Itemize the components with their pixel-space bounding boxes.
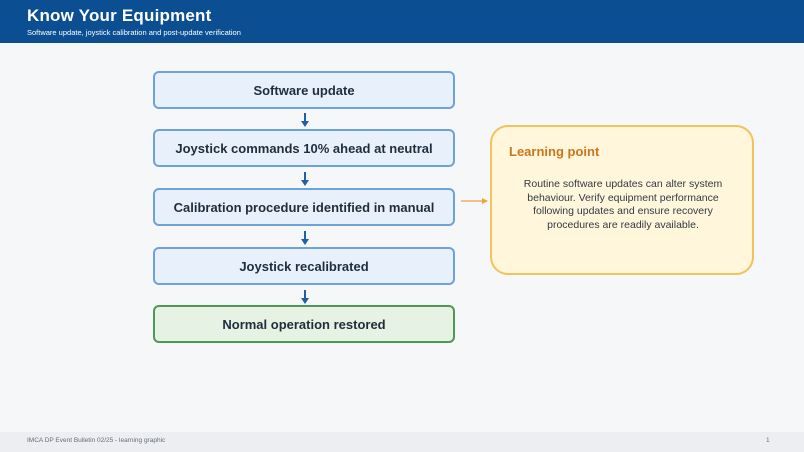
footer-source: IMCA DP Event Bulletin 02/25 - learning … [27,437,166,444]
slide-title: Know Your Equipment [27,6,212,25]
learning-point-title: Learning point [509,144,600,159]
learning-point-box: Learning point Routine software updates … [490,125,754,275]
page-number: 1 [766,437,770,444]
connector-arrow-icon [461,198,488,204]
down-arrow-icon [301,290,309,304]
down-arrow-icon [301,172,309,186]
step-joystick-commands: Joystick commands 10% ahead at neutral [153,129,455,167]
step-normal-operation: Normal operation restored [153,305,455,343]
slide-header: Know Your Equipment Software update, joy… [0,0,804,43]
step-software-update: Software update [153,71,455,109]
learning-point-text: Routine software updates can alter syste… [523,178,723,231]
step-joystick-recalibrated: Joystick recalibrated [153,247,455,285]
step-calibration-procedure: Calibration procedure identified in manu… [153,188,455,226]
down-arrow-icon [301,231,309,245]
down-arrow-icon [301,113,309,127]
slide-footer: IMCA DP Event Bulletin 02/25 - learning … [0,432,804,452]
slide-subtitle: Software update, joystick calibration an… [27,28,241,37]
